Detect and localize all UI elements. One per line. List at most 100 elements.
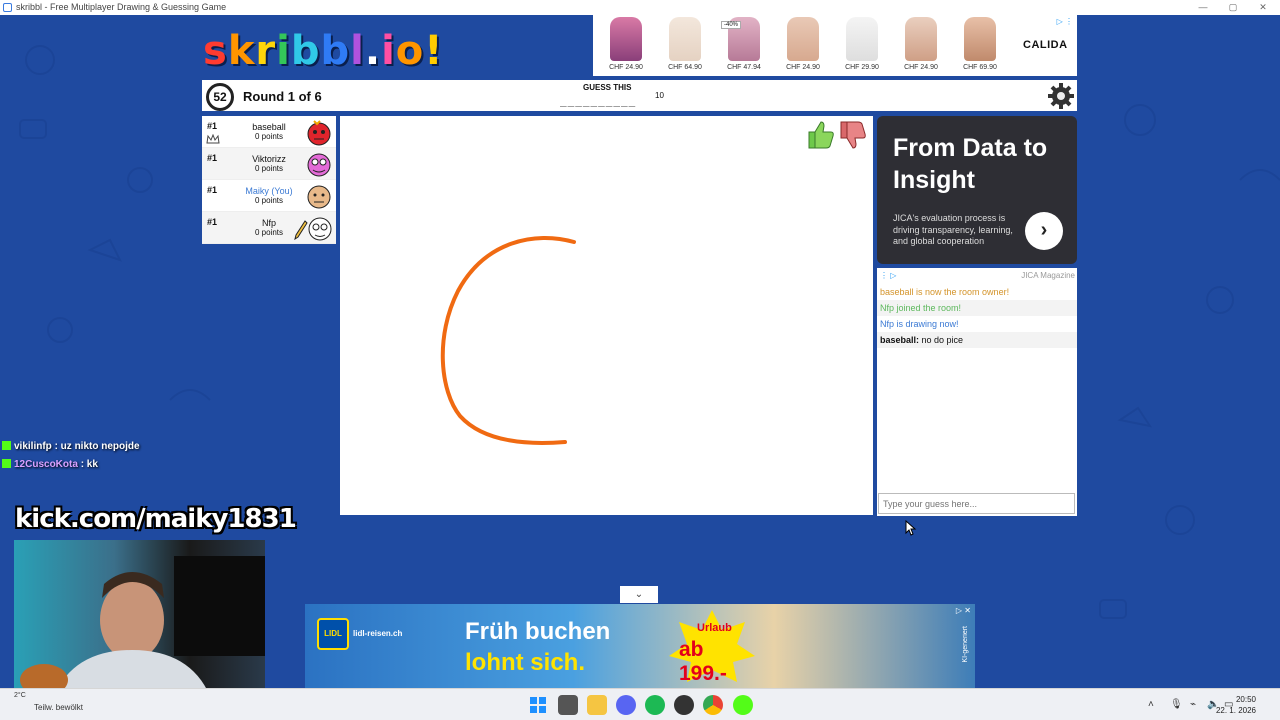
product-price: CHF 64.90 — [668, 64, 702, 71]
bottom-ad-banner[interactable]: LIDL lidl-reisen.ch Früh buchen lohnt si… — [305, 604, 975, 688]
product-image — [610, 17, 642, 61]
ad-product[interactable]: CHF 69.90 — [953, 17, 1007, 73]
network-icon[interactable]: ⌁ — [1190, 699, 1196, 710]
start-windows-icon[interactable] — [528, 695, 548, 715]
microphone-icon[interactable]: 🎙 — [1170, 699, 1183, 710]
ad-arrow-button[interactable]: › — [1025, 212, 1063, 250]
stream-chat-line: 12CuscoKota : kk — [2, 458, 140, 476]
adchoices-icon[interactable]: ▷ ✕ — [956, 606, 971, 615]
spotify-icon[interactable] — [645, 695, 665, 715]
thumbs-down-icon[interactable] — [840, 121, 866, 149]
badge-label: Urlaub — [697, 622, 732, 634]
maximize-button[interactable]: ▢ — [1218, 0, 1248, 15]
stream-chat-text: : kk — [80, 459, 98, 470]
player-name: Viktorizz — [252, 154, 286, 164]
product-price: CHF 24.90 — [904, 64, 938, 71]
vote-buttons — [808, 121, 866, 149]
product-image — [905, 17, 937, 61]
side-ad[interactable]: From Data to Insight JICA's evaluation p… — [877, 116, 1077, 264]
player-points: 0 points — [254, 164, 284, 173]
product-image — [669, 17, 701, 61]
product-image — [787, 17, 819, 61]
clock[interactable]: 20:50 22. 1. 2026 — [1216, 694, 1256, 716]
task-view-icon[interactable] — [558, 695, 578, 715]
ad-product[interactable]: CHF 24.90 — [894, 17, 948, 73]
player-row[interactable]: #1 Nfp 0 points — [202, 212, 336, 244]
adchoices-icon[interactable]: ▷ ⋮ — [1057, 17, 1073, 26]
ad-product[interactable]: CHF 29.90 — [835, 17, 889, 73]
ad-product[interactable]: -40% CHF 47.94 — [717, 17, 771, 73]
close-window-button[interactable]: ✕ — [1248, 0, 1278, 15]
chat-message: Nfp is drawing now! — [880, 319, 959, 329]
chat-messages: baseball is now the room owner! Nfp join… — [877, 284, 1077, 348]
player-rank: #1 — [207, 153, 218, 163]
weather-widget[interactable]: Teilw. bewölkt — [34, 703, 83, 712]
webcam-feed — [14, 540, 265, 696]
player-rank: #1 — [207, 121, 218, 131]
clock-date: 22. 1. 2026 — [1215, 706, 1256, 715]
chat-panel: ⋮ ▷ JICA Magazine baseball is now the ro… — [877, 268, 1077, 516]
windows-taskbar: 2°C Teilw. bewölkt ˄ 🎙 ⌁ 🔈 ▭ 20:50 22. 1.… — [0, 688, 1280, 720]
player-avatar — [308, 217, 332, 241]
word-hint-blanks: __________ — [560, 94, 637, 107]
thumbs-up-icon[interactable] — [808, 121, 834, 149]
ad-product[interactable]: CHF 64.90 — [658, 17, 712, 73]
discount-badge: -40% — [721, 21, 742, 29]
ad-brand-name: CALIDA — [1023, 39, 1068, 51]
ad-headline-line1: Früh buchen — [465, 618, 611, 645]
timer-value: 52 — [213, 90, 227, 104]
streamer-silhouette — [20, 556, 265, 696]
product-price: CHF 29.90 — [845, 64, 879, 71]
ad-headline-line2: lohnt sich. — [465, 649, 585, 676]
product-image — [846, 17, 878, 61]
badge-price: ab 199.- — [679, 638, 727, 685]
canvas-drawing — [440, 235, 576, 445]
tray-expand-icon[interactable]: ˄ — [1148, 699, 1154, 710]
ad-source: JICA Magazine — [1021, 271, 1075, 280]
stream-chat-user: vikilinfp — [14, 441, 52, 452]
discord-icon[interactable] — [616, 695, 636, 715]
logo-letter: b — [320, 28, 351, 74]
clock-time: 20:50 — [1235, 695, 1256, 704]
product-image — [964, 17, 996, 61]
player-row[interactable]: #1 Viktorizz 0 points — [202, 148, 336, 180]
chat-username: baseball: — [880, 335, 920, 345]
logo-letter: k — [227, 28, 256, 74]
logo-letter: s — [203, 28, 228, 74]
stream-chat-overlay: vikilinfp : uz nikto nepojde 12CuscoKota… — [2, 440, 140, 476]
mouse-cursor-icon — [905, 520, 917, 536]
logo-letter: i — [276, 28, 291, 74]
skribbl-logo[interactable]: skribbl.io! — [203, 28, 444, 74]
player-row[interactable]: #1 baseball 0 points — [202, 116, 336, 148]
logo-letter: . — [364, 28, 382, 74]
guess-input[interactable] — [878, 493, 1075, 514]
chrome-icon[interactable] — [703, 695, 723, 715]
stream-chat-line: vikilinfp : uz nikto nepojde — [2, 440, 140, 458]
ad-product[interactable]: CHF 24.90 — [599, 17, 653, 73]
kick-app-icon[interactable] — [733, 695, 753, 715]
logo-letter: ! — [424, 28, 444, 74]
file-explorer-icon[interactable] — [587, 695, 607, 715]
top-ad-banner[interactable]: CHF 24.90 CHF 64.90 -40% CHF 47.94 CHF 24… — [593, 15, 1077, 76]
player-row[interactable]: #1 Maiky (You) 0 points — [202, 180, 336, 212]
chat-message: baseball is now the room owner! — [880, 287, 1010, 297]
ad-product[interactable]: CHF 24.90 — [776, 17, 830, 73]
obs-icon[interactable] — [674, 695, 694, 715]
player-avatar — [307, 153, 331, 177]
collapse-ad-chevron-icon[interactable]: ⌄ — [620, 586, 658, 603]
stream-chat-user: 12CuscoKota — [14, 459, 78, 470]
player-avatar — [307, 185, 331, 209]
logo-letter: b — [290, 28, 321, 74]
minimize-button[interactable]: — — [1188, 0, 1218, 15]
price-star-badge: Urlaub ab 199.- — [667, 608, 757, 685]
drawing-canvas[interactable] — [340, 116, 873, 515]
app-icon — [3, 3, 12, 12]
logo-letter: l — [350, 28, 365, 74]
word-length: 10 — [655, 91, 664, 100]
lidl-logo: LIDL — [317, 618, 349, 650]
pencil-icon — [294, 220, 308, 240]
ad-info-icon[interactable]: ⋮ ▷ — [880, 271, 896, 280]
timer-clock-icon: 52 — [206, 83, 234, 111]
settings-gear-icon[interactable] — [1047, 82, 1075, 110]
kick-badge-icon — [2, 459, 11, 468]
